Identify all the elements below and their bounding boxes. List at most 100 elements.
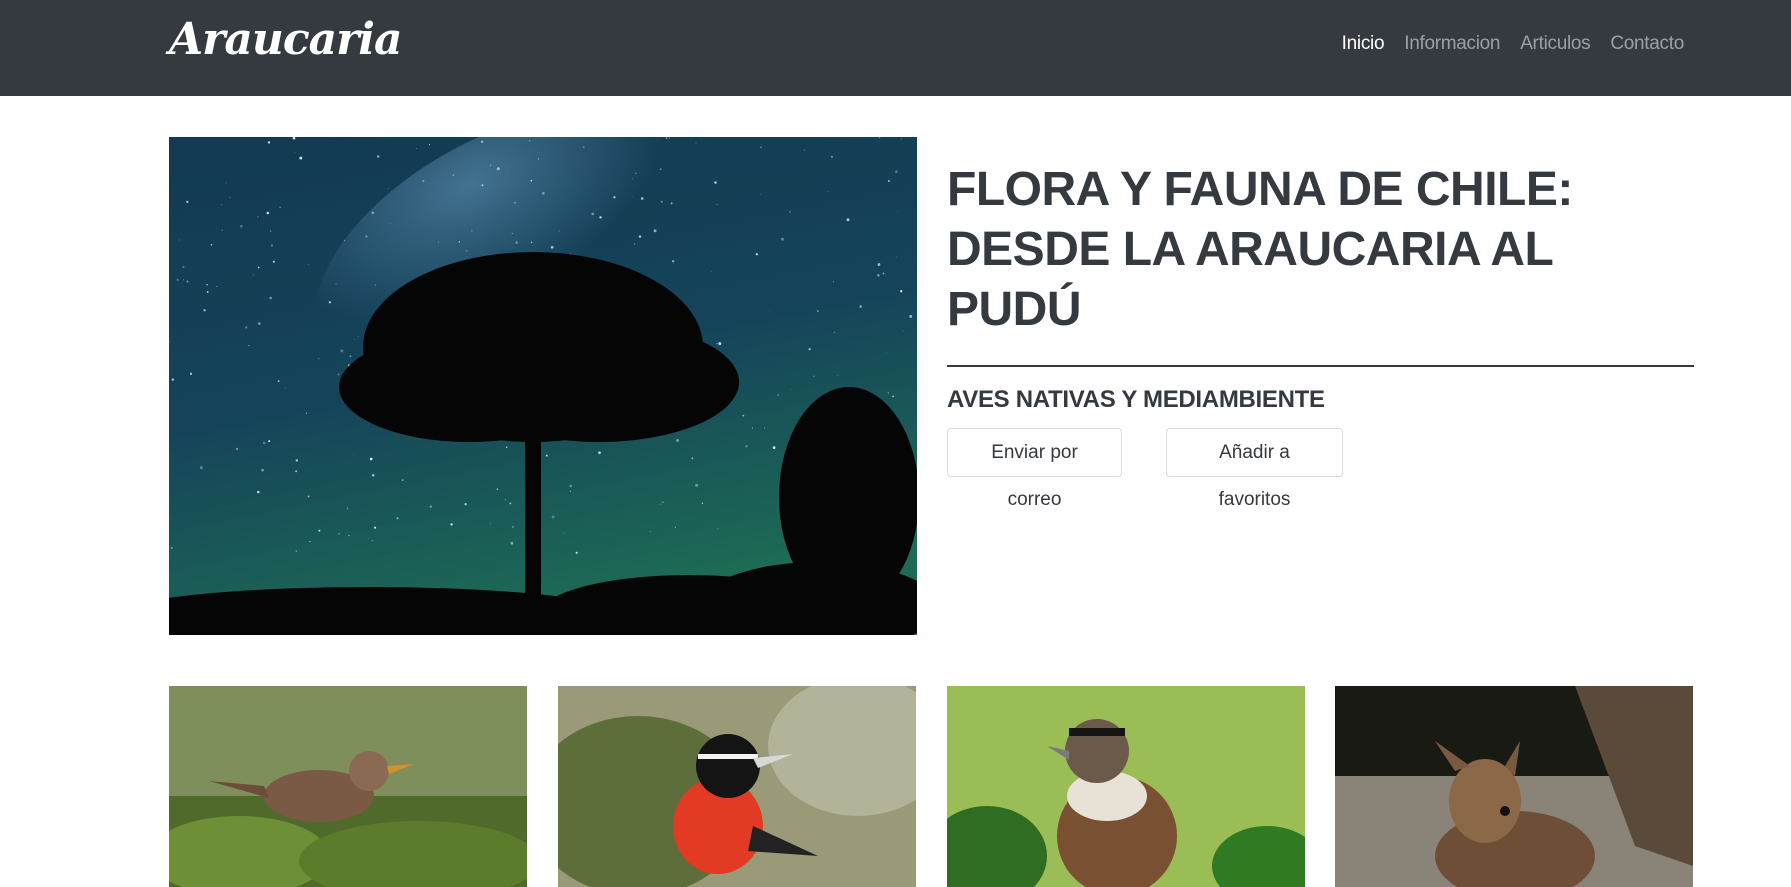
star-dot: [777, 394, 780, 396]
star-dot: [368, 538, 369, 540]
star-dot: [450, 523, 453, 526]
star-dot: [189, 372, 193, 375]
nav-link-inicio[interactable]: Inicio: [1342, 33, 1385, 55]
star-dot: [569, 490, 571, 492]
star-dot: [909, 314, 913, 318]
star-dot: [335, 283, 337, 285]
star-dot: [515, 241, 518, 244]
star-dot: [537, 158, 540, 160]
star-dot: [710, 271, 712, 272]
star-dot: [635, 172, 637, 175]
card-image-sparrow[interactable]: [947, 686, 1305, 887]
star-dot: [718, 342, 722, 346]
star-dot: [900, 138, 902, 140]
nav-link-articulos[interactable]: Articulos: [1520, 33, 1590, 55]
main-nav: Inicio Informacion Articulos Contacto: [1342, 33, 1685, 55]
star-dot: [464, 503, 467, 506]
star-dot: [658, 139, 659, 141]
star-dot: [808, 347, 811, 351]
star-dot: [804, 149, 805, 151]
star-dot: [613, 196, 616, 199]
brand-logo[interactable]: Araucaria: [169, 14, 403, 65]
star-dot: [496, 488, 499, 490]
star-dot: [598, 451, 601, 455]
star-dot: [632, 178, 633, 180]
star-dot: [510, 541, 514, 545]
star-dot: [369, 457, 373, 461]
star-dot: [832, 281, 835, 283]
star-dot: [670, 202, 673, 205]
star-dot: [388, 556, 390, 557]
star-dot: [701, 502, 704, 505]
star-dot: [295, 459, 299, 462]
star-dot: [266, 211, 270, 215]
nav-link-informacion[interactable]: Informacion: [1404, 33, 1500, 55]
star-dot: [759, 193, 761, 195]
star-dot: [295, 550, 298, 552]
card-image-meadowlark[interactable]: [558, 686, 916, 887]
star-dot: [763, 427, 765, 429]
star-dot: [691, 457, 694, 460]
star-dot: [505, 446, 508, 449]
star-dot: [789, 211, 791, 213]
star-dot: [389, 222, 391, 224]
star-dot: [428, 144, 431, 146]
star-dot: [349, 355, 352, 358]
star-dot: [660, 503, 662, 505]
star-dot: [343, 239, 346, 242]
star-dot: [671, 260, 675, 263]
wren-bird-illustration: [169, 686, 527, 887]
star-dot: [599, 216, 602, 219]
star-dot: [294, 152, 296, 154]
star-dot: [668, 137, 671, 139]
title-divider: [947, 365, 1694, 367]
star-dot: [376, 155, 380, 158]
star-dot: [257, 266, 260, 269]
star-dot: [892, 395, 894, 398]
star-dot: [203, 309, 206, 312]
star-dot: [270, 244, 274, 247]
card-image-wren[interactable]: [169, 686, 527, 887]
star-dot: [252, 274, 254, 276]
star-dot: [481, 184, 484, 187]
star-dot: [496, 167, 500, 171]
star-dot: [887, 392, 889, 394]
star-dot: [695, 142, 697, 144]
star-dot: [308, 264, 309, 266]
star-dot: [886, 352, 888, 354]
star-dot: [299, 156, 303, 160]
star-dot: [755, 253, 758, 256]
star-dot: [257, 322, 261, 326]
email-share-button[interactable]: Enviar por correo: [947, 428, 1122, 510]
star-dot: [511, 525, 514, 528]
star-dot: [665, 137, 668, 140]
star-dot: [504, 498, 507, 501]
star-dot: [225, 182, 227, 184]
meadowlark-bird-illustration: [558, 686, 916, 887]
star-dot: [268, 440, 271, 443]
star-dot: [695, 483, 699, 487]
star-dot: [307, 495, 310, 498]
star-dot: [781, 237, 784, 241]
star-dot: [221, 204, 223, 206]
star-dot: [371, 211, 375, 215]
star-dot: [583, 146, 585, 148]
star-dot: [401, 479, 404, 481]
nav-link-contacto[interactable]: Contacto: [1610, 33, 1684, 55]
star-dot: [267, 141, 271, 144]
star-dot: [466, 255, 467, 257]
star-dot: [662, 501, 664, 503]
star-dot: [199, 466, 203, 470]
star-dot: [257, 216, 259, 218]
add-favorites-button[interactable]: Añadir a favoritos: [1166, 428, 1343, 510]
star-dot: [877, 263, 881, 266]
pudu-deer-illustration: [1335, 686, 1693, 887]
star-dot: [827, 190, 829, 192]
star-dot: [530, 241, 533, 244]
star-dot: [358, 335, 360, 337]
card-image-pudu[interactable]: [1335, 686, 1693, 887]
star-dot: [716, 203, 718, 205]
star-dot: [284, 387, 286, 389]
star-dot: [714, 181, 717, 184]
star-dot: [387, 188, 389, 190]
